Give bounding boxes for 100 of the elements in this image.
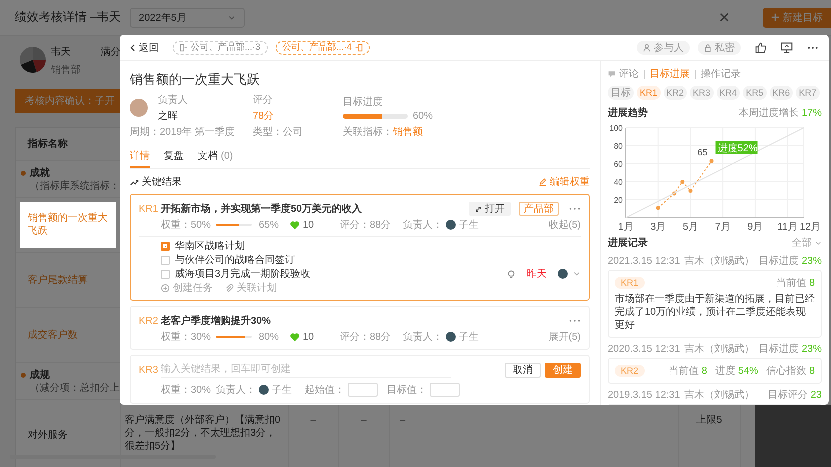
cancel-button[interactable]: 取消 [505,362,541,378]
section-note: （指标库系统指标： [30,180,120,193]
goal-title: 销售额的一次重大飞跃 [130,71,261,89]
filter-chip[interactable]: KR2 [664,86,688,100]
banner-text: 考核内容确认：子开 [25,94,115,108]
stat-value: 8 [702,366,708,376]
back-button[interactable]: 返回 [130,40,159,54]
close-icon[interactable] [719,12,730,23]
key-result-code: KR2 [139,316,157,326]
avatar [259,385,269,395]
create-task-button[interactable]: 创建任务 [161,281,213,295]
key-result-tag: KR1 [615,277,645,289]
task-title: 华南区战略计划 [175,240,245,253]
exit-icon [180,44,188,52]
key-result-input[interactable]: 输入关键结果，回车即可创建 [161,362,451,378]
chevron-down-icon[interactable] [573,270,581,278]
tab[interactable]: 复盘 [164,146,184,168]
period-text: 周期：2019年 第一季度 [130,126,236,140]
chevron-down-icon [815,240,822,246]
full-score-label: 满分 [101,46,121,59]
table-cell: – [361,414,367,427]
score-text: 评分：88分 [340,331,392,344]
tab[interactable]: 评论 [608,67,639,81]
link-plan-button[interactable]: 关联计划 [225,281,277,295]
create-button[interactable]: 创建 [545,362,581,378]
new-goal-button[interactable]: 新建目标 [763,8,831,28]
thumbs-up-icon[interactable] [755,42,767,54]
employee-name: 韦天 [51,46,72,59]
key-result-title: 开拓新市场，并实现第一季度50万美元的收入 [161,202,362,216]
record-time: 2019.3.15 12:31 [608,390,680,400]
breadcrumb-pill[interactable]: 公司、产品部...·3 [173,40,268,54]
open-button[interactable]: 打开 [469,202,511,216]
growth-value: 17% [802,108,822,118]
progress-reading: 65% [259,220,280,230]
tab[interactable]: 文档 (0) [198,146,234,168]
chevron-left-icon [130,44,136,52]
expand-toggle-link[interactable]: 收起(5) [548,218,581,232]
weight-text: 权重：50% [161,218,212,232]
owner-label: 负责人： [216,384,256,397]
confidence-count: 10 [303,220,316,230]
checkbox[interactable] [161,242,170,250]
filter-chip[interactable]: KR1 [637,86,661,100]
stat-value: 54% [738,366,758,376]
metric-label: 目标进度 [758,342,799,356]
target-value-field[interactable] [430,383,460,397]
chart-point [688,189,693,193]
exit-icon [355,44,364,52]
checkbox[interactable] [161,256,170,264]
trend-icon [130,178,139,186]
edit-weight-button[interactable]: 编辑权重 [539,175,590,189]
breadcrumb-pill[interactable]: 公司、产品部...·4 [276,40,370,54]
stat-label: 进度 [715,364,736,378]
tab[interactable]: 详情 [130,146,150,168]
department-tag: 产品部 [519,202,559,216]
axis-tick-label: 1月 [618,222,634,232]
indicator-name[interactable]: 成交客户数 [20,328,86,342]
comment-icon [608,70,616,78]
key-result-tag: KR2 [615,365,645,377]
month-select[interactable]: 2022年5月 [130,8,246,28]
filter-chip[interactable]: KR4 [716,86,740,100]
section-title: 成就 [30,167,50,180]
section-dot [21,171,26,176]
chart-point [672,192,677,196]
axis-tick-label: 80 [614,142,623,151]
axis-tick-label: 20 [614,196,623,205]
stat-value: 8 [809,278,815,288]
filter-chip[interactable]: KR6 [770,86,794,100]
filter-chip[interactable]: KR3 [690,86,714,100]
start-value-field[interactable] [348,383,378,397]
filter-dropdown[interactable]: 全部 [792,236,822,250]
tab[interactable]: 目标进展 [650,67,690,81]
indicator-name[interactable]: 客户尾款结算 [20,274,96,286]
checkbox[interactable] [161,270,170,278]
participants-button[interactable]: 参与人 [637,40,690,54]
lightbulb-icon[interactable] [507,270,516,278]
chevron-down-icon [228,14,236,22]
avatar [558,269,568,279]
paperclip-icon [225,284,234,292]
key-result-card[interactable]: KR2 老客户季度增购提升30% 权重：30% 80% 10 评分：88分 负责人： 子生 展开(5) [130,306,590,350]
task-title: 与伙伴公司的战略合同签订 [175,254,295,267]
axis-tick-label: 40 [614,178,623,187]
monitor-icon[interactable] [781,42,793,54]
score-value: 78分 [253,110,276,123]
section-title: 成规 [30,369,50,382]
filter-chip[interactable]: KR7 [796,86,820,100]
expand-toggle-link[interactable]: 展开(5) [548,330,581,344]
progress-label: 目标进度 [343,96,384,108]
filter-chip[interactable]: 目标 [608,86,634,100]
tab[interactable]: 操作记录 [701,67,741,81]
type-text: 类型：公司 [253,126,304,140]
filter-chip[interactable]: KR5 [743,86,767,100]
related-link[interactable]: 销售额 [393,126,423,140]
key-result-card[interactable]: KR1 开拓新市场，并实现第一季度50万美元的收入 打开 产品部 权重：50% 65% 10 评分：88分 负责人： 子生 收起(5) 华南区战略计划 与伙伴公司的战略合同签订 威海项目3月完成一期阶段验收 昨天 创建任务 关联计划 [130,194,590,301]
owner-name: 子生 [459,330,479,344]
owner-name: 子生 [459,218,479,232]
record-note: 市场部在一季度由于新渠道的拓展，目前已经完成了10万的业绩，预计在二季度还能表现更好 [615,293,815,332]
stat-label: 当前值 [776,276,806,290]
axis-tick-label: 3月 [650,222,666,232]
privacy-button[interactable]: 私密 [698,40,741,54]
indicator-name[interactable]: 销售额的一次重大飞跃 [20,202,116,248]
